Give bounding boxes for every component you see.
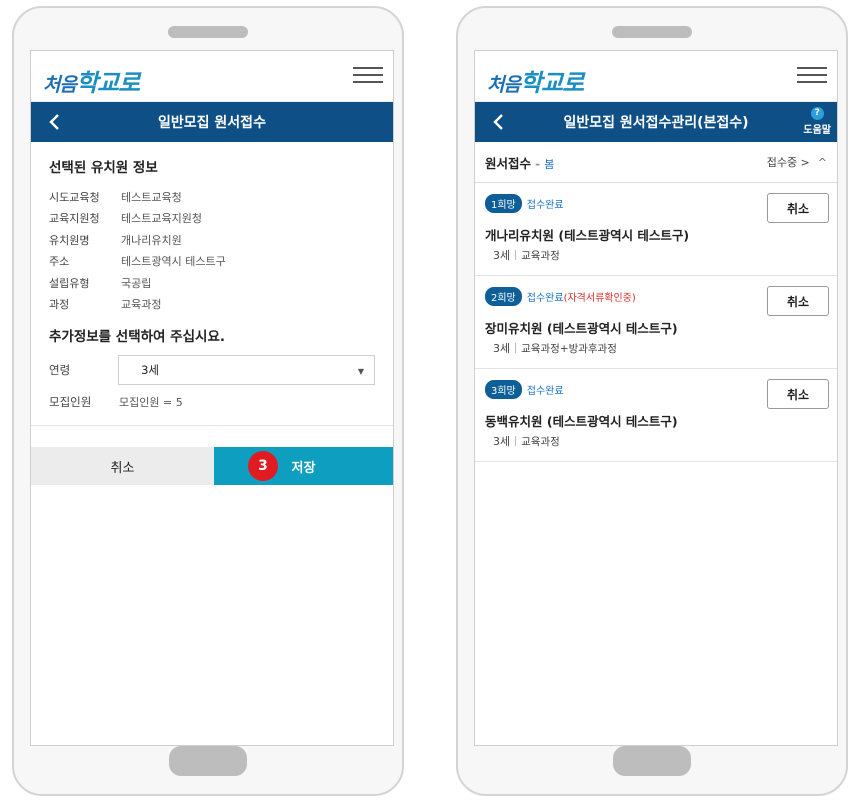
age-text: 3세 xyxy=(493,249,511,262)
cancel-application-button[interactable]: 취소 xyxy=(767,193,829,223)
info-key: 주소 xyxy=(49,255,70,269)
phone-frame-left: 처음학교로 일반모집 원서접수 선택된 유치원 정보 시도교육청 테스트교육청 교… xyxy=(12,6,404,796)
info-value: 테스트광역시 테스트구 xyxy=(121,255,226,269)
info-key: 유치원명 xyxy=(49,233,90,247)
age-selected-value: 3세 xyxy=(141,363,159,377)
kindergarten-name: 장미유치원 (테스트광역시 테스트구) xyxy=(485,321,678,336)
rank-badge: 2희망 xyxy=(485,287,522,306)
course-text: 교육과정+방과후과정 xyxy=(521,342,617,355)
info-row: 시도교육청 테스트교육청 xyxy=(49,186,375,208)
age-text: 3세 xyxy=(493,342,511,355)
help-button[interactable]: ? 도움말 xyxy=(803,107,831,136)
info-value: 국공립 xyxy=(121,276,152,290)
list-item: 1희망 접수완료 개나리유치원 (테스트광역시 테스트구) 3세 교육과정 취소 xyxy=(475,183,837,276)
menu-icon[interactable] xyxy=(797,67,827,85)
info-key: 교육지원청 xyxy=(49,212,100,226)
cancel-button[interactable]: 취소 xyxy=(31,447,214,485)
info-row: 설립유형 국공립 xyxy=(49,272,375,294)
extra-info-heading: 추가정보를 선택하여 주십시요. xyxy=(49,329,225,345)
course-text: 교육과정 xyxy=(521,249,560,262)
logo[interactable]: 처음학교로 xyxy=(487,63,584,98)
save-button-label: 저장 xyxy=(291,460,316,476)
divider xyxy=(31,425,393,426)
list-item: 2희망 접수완료(자격서류확인중) 장미유치원 (테스트광역시 테스트구) 3세 교… xyxy=(475,276,837,369)
info-value: 개나리유치원 xyxy=(121,233,182,247)
quota-value: 모집인원 = 5 xyxy=(119,396,183,409)
age-row: 연령 3세 ▼ xyxy=(49,355,375,385)
kindergarten-info-section: 선택된 유치원 정보 시도교육청 테스트교육청 교육지원청 테스트교육지원청 유치원… xyxy=(31,142,393,410)
app-header: 처음학교로 xyxy=(475,51,837,102)
list-header-title: 원서접수 - 봄 xyxy=(485,153,554,172)
info-value: 테스트교육지원청 xyxy=(121,212,202,226)
logo-main: 학교로 xyxy=(75,68,140,97)
phone-speaker xyxy=(168,26,248,38)
phone-speaker xyxy=(612,26,692,38)
status-text: 접수완료(자격서류확인중) xyxy=(527,289,636,304)
list-header-separator: - xyxy=(535,155,541,171)
page-title: 일반모집 원서접수 xyxy=(158,115,266,131)
back-arrow-icon[interactable] xyxy=(45,112,65,132)
help-label: 도움말 xyxy=(803,125,831,136)
quota-label: 모집인원 xyxy=(49,395,92,409)
status-toggle-label: 접수중 > xyxy=(766,156,810,169)
info-row: 유치원명 개나리유치원 xyxy=(49,229,375,251)
kindergarten-name: 개나리유치원 (테스트광역시 테스트구) xyxy=(485,228,690,243)
caret-down-icon: ▼ xyxy=(357,367,364,376)
info-value: 교육과정 xyxy=(121,298,162,312)
quota-row: 모집인원 모집인원 = 5 xyxy=(49,394,375,410)
list-header: 원서접수 - 봄 접수중 > ^ xyxy=(475,142,837,183)
list-header-label: 원서접수 xyxy=(485,155,532,171)
screen-left: 처음학교로 일반모집 원서접수 선택된 유치원 정보 시도교육청 테스트교육청 교… xyxy=(30,50,394,746)
button-bar: 취소 3 저장 xyxy=(31,447,393,485)
info-key: 시도교육청 xyxy=(49,190,100,204)
cancel-application-button[interactable]: 취소 xyxy=(767,379,829,409)
status-toggle[interactable]: 접수중 > ^ xyxy=(767,154,827,170)
status-text: 접수완료 xyxy=(527,196,564,211)
status-label: 접수완료 xyxy=(526,200,564,211)
cancel-application-button[interactable]: 취소 xyxy=(767,286,829,316)
course-text: 교육과정 xyxy=(521,435,560,448)
section-heading: 선택된 유치원 정보 xyxy=(49,160,158,176)
age-select[interactable]: 3세 ▼ xyxy=(118,355,375,385)
home-button[interactable] xyxy=(613,746,691,776)
info-row: 주소 테스트광역시 테스트구 xyxy=(49,251,375,273)
info-key: 과정 xyxy=(49,298,70,312)
kindergarten-name: 동백유치원 (테스트광역시 테스트구) xyxy=(485,414,678,429)
info-row: 과정 교육과정 xyxy=(49,294,375,316)
title-bar: 일반모집 원서접수관리(본접수) ? 도움말 xyxy=(475,102,837,142)
status-extra: (자격서류확인중) xyxy=(563,293,636,304)
logo-main: 학교로 xyxy=(519,68,584,97)
home-button[interactable] xyxy=(169,746,247,776)
age-label: 연령 xyxy=(49,363,71,377)
logo[interactable]: 처음학교로 xyxy=(43,63,140,98)
logo-prefix: 처음 xyxy=(43,74,77,96)
rank-badge: 1희망 xyxy=(485,194,522,213)
rank-badge: 3희망 xyxy=(485,380,522,399)
app-header: 처음학교로 xyxy=(31,51,393,102)
info-key: 설립유형 xyxy=(49,276,90,290)
status-text: 접수완료 xyxy=(527,382,564,397)
info-value: 테스트교육청 xyxy=(121,190,182,204)
save-button[interactable]: 3 저장 xyxy=(214,447,393,485)
screen-right: 처음학교로 일반모집 원서접수관리(본접수) ? 도움말 원서접수 - 봄 접수중 … xyxy=(474,50,838,746)
title-bar: 일반모집 원서접수 xyxy=(31,102,393,142)
list-item: 3희망 접수완료 동백유치원 (테스트광역시 테스트구) 3세 교육과정 취소 xyxy=(475,369,837,462)
step-badge: 3 xyxy=(248,451,278,481)
status-label: 접수완료 xyxy=(526,386,564,397)
info-row: 교육지원청 테스트교육지원청 xyxy=(49,208,375,230)
age-text: 3세 xyxy=(493,435,511,448)
season-label: 봄 xyxy=(544,157,555,171)
phone-frame-right: 처음학교로 일반모집 원서접수관리(본접수) ? 도움말 원서접수 - 봄 접수중 … xyxy=(456,6,848,796)
back-arrow-icon[interactable] xyxy=(489,112,509,132)
chevron-up-icon[interactable]: ^ xyxy=(818,156,827,169)
menu-icon[interactable] xyxy=(353,67,383,85)
status-label: 접수완료 xyxy=(526,293,564,304)
help-icon: ? xyxy=(810,107,824,120)
page-title: 일반모집 원서접수관리(본접수) xyxy=(563,115,749,131)
logo-prefix: 처음 xyxy=(487,74,521,96)
